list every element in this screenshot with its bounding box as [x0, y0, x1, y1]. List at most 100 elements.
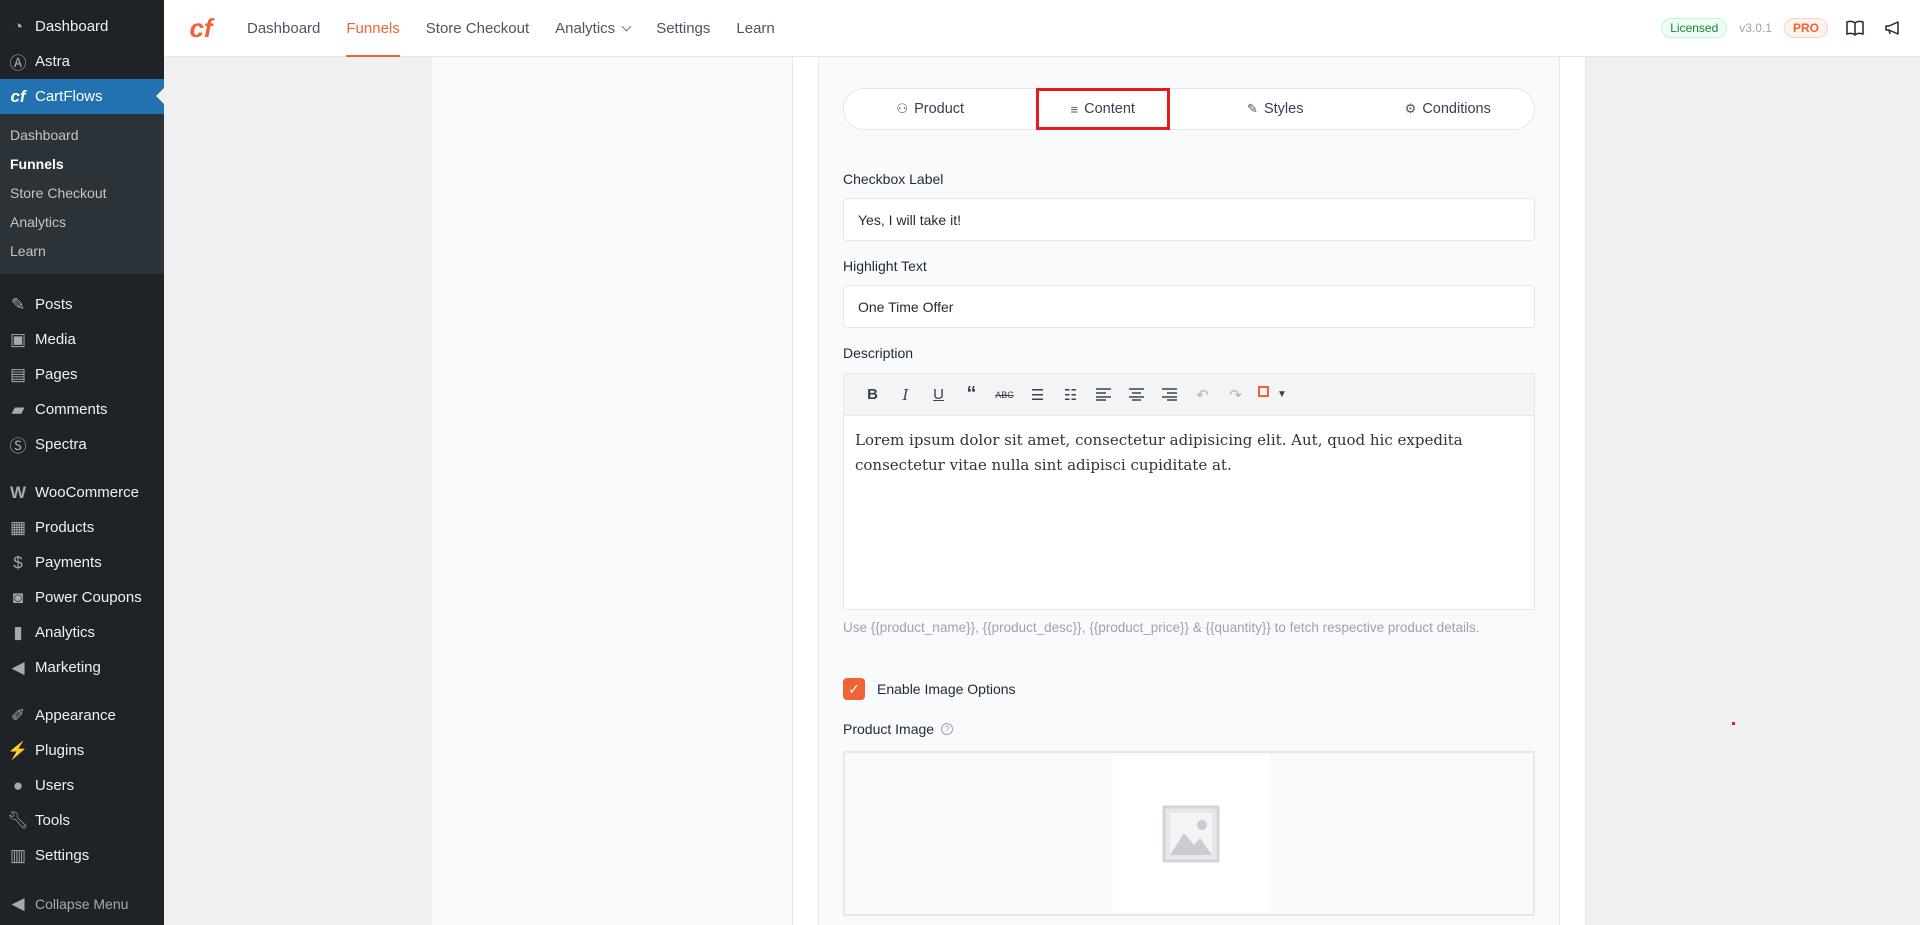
bold-icon[interactable]: B — [856, 380, 889, 410]
astra-icon: Ⓐ — [9, 54, 27, 73]
nav-store-checkout[interactable]: Store Checkout — [413, 0, 542, 57]
collapse-menu-label: Collapse Menu — [35, 895, 129, 912]
highlight-text-title: Highlight Text — [843, 258, 927, 274]
dropdown-caret-icon: ▼ — [1277, 389, 1287, 400]
sidebar-item-spectra[interactable]: Ⓢ Spectra — [0, 427, 164, 462]
chevron-down-icon — [621, 21, 632, 31]
text-color-picker[interactable]: ▼ — [1258, 386, 1287, 400]
products-icon: ▦ — [9, 517, 27, 537]
tab-conditions[interactable]: ⚙ Conditions — [1362, 89, 1535, 129]
sidebar-item-label: Products — [35, 519, 95, 536]
megaphone-icon[interactable] — [1882, 17, 1904, 39]
tab-content[interactable]: ≡ Content — [1017, 88, 1190, 130]
blockquote-icon[interactable]: “ — [955, 380, 988, 410]
sidebar-item-label: Posts — [35, 296, 73, 313]
product-image-box[interactable] — [843, 751, 1535, 916]
sidebar-item-label: Appearance — [35, 707, 116, 724]
sidebar-item-label: Marketing — [35, 659, 101, 676]
admin-sidebar: ◔ Dashboard Ⓐ Astra cf CartFlows Dashboa… — [0, 0, 164, 925]
sidebar-item-cartflows[interactable]: cf CartFlows — [0, 79, 164, 114]
nav-funnels[interactable]: Funnels — [333, 0, 412, 57]
sidebar-item-pages[interactable]: ▤ Pages — [0, 357, 164, 392]
nav-analytics[interactable]: Analytics — [542, 0, 643, 57]
sidebar-item-analytics[interactable]: ▮ Analytics — [0, 615, 164, 650]
description-title: Description — [843, 345, 914, 361]
sidebar-item-power-coupons[interactable]: ◙ Power Coupons — [0, 580, 164, 615]
cartflows-submenu: Dashboard Funnels Store Checkout Analyti… — [0, 114, 164, 274]
book-icon[interactable] — [1844, 17, 1866, 39]
sidebar-item-appearance[interactable]: ✐ Appearance — [0, 698, 164, 733]
red-dot-marker — [1732, 722, 1735, 725]
nav-dashboard[interactable]: Dashboard — [234, 0, 333, 57]
description-editor-body[interactable]: Lorem ipsum dolor sit amet, consectetur … — [844, 416, 1534, 490]
align-left-icon[interactable] — [1087, 380, 1120, 410]
strikethrough-icon[interactable]: ABC — [988, 380, 1021, 410]
product-image-label: Product Image — [843, 721, 935, 737]
tab-label: Product — [914, 101, 965, 117]
cartflows-icon: cf — [10, 86, 26, 106]
bar-chart-icon: ▮ — [13, 622, 23, 642]
checkmark-icon[interactable]: ✓ — [843, 678, 865, 700]
undo-icon[interactable]: ↶ — [1186, 380, 1219, 410]
submenu-funnels[interactable]: Funnels — [0, 150, 164, 179]
version-label: v3.0.1 — [1739, 21, 1772, 35]
checkbox-label-title: Checkbox Label — [843, 171, 944, 187]
align-center-icon[interactable] — [1120, 380, 1153, 410]
highlight-text-input[interactable]: One Time Offer — [843, 285, 1535, 328]
product-icon: ⚇ — [896, 101, 909, 116]
sidebar-item-marketing[interactable]: ◀ Marketing — [0, 650, 164, 685]
sidebar-item-label: Users — [35, 777, 75, 794]
megaphone-icon: ◀ — [11, 657, 25, 677]
sidebar-item-media[interactable]: ▣ Media — [0, 322, 164, 357]
sidebar-item-posts[interactable]: ✎ Posts — [0, 287, 164, 322]
redo-icon[interactable]: ↷ — [1219, 380, 1252, 410]
sidebar-item-woocommerce[interactable]: W WooCommerce — [0, 475, 164, 510]
tab-content-highlight: ≡ Content — [1035, 88, 1170, 130]
sidebar-item-tools[interactable]: 🔧︎ Tools — [0, 803, 164, 838]
tab-product[interactable]: ⚇ Product — [844, 89, 1017, 129]
underline-icon[interactable]: U — [922, 380, 955, 410]
sidebar-item-dashboard[interactable]: ◔ Dashboard — [0, 9, 164, 44]
align-right-icon[interactable] — [1153, 380, 1186, 410]
enable-image-options-label: Enable Image Options — [877, 681, 1016, 697]
dashboard-icon: ◔ — [12, 16, 24, 36]
submenu-learn[interactable]: Learn — [0, 237, 164, 266]
tab-styles[interactable]: ✎ Styles — [1189, 89, 1362, 129]
sidebar-item-payments[interactable]: $ Payments — [0, 545, 164, 580]
sidebar-item-label: WooCommerce — [35, 484, 139, 501]
sidebar-item-label: Astra — [35, 53, 71, 70]
sidebar-item-users[interactable]: ● Users — [0, 768, 164, 803]
sidebar-item-label: Settings — [35, 847, 90, 864]
settings-tabs: ⚇ Product ≡ Content ✎ Styles ⚙ Condition… — [843, 88, 1535, 130]
nav-learn[interactable]: Learn — [723, 0, 787, 57]
submenu-dashboard[interactable]: Dashboard — [0, 121, 164, 150]
sidebar-item-plugins[interactable]: ⚡ Plugins — [0, 733, 164, 768]
numbered-list-icon[interactable]: ☷ — [1054, 380, 1087, 410]
user-icon: ● — [12, 775, 24, 795]
sidebar-item-label: Analytics — [35, 624, 96, 641]
bullet-list-icon[interactable]: ☰ — [1021, 380, 1054, 410]
sidebar-item-comments[interactable]: ▰ Comments — [0, 392, 164, 427]
collapse-menu-button[interactable]: ◀ Collapse Menu — [0, 886, 164, 921]
pin-icon: ✎ — [10, 294, 26, 314]
sidebar-item-settings[interactable]: ▥ Settings — [0, 838, 164, 873]
sidebar-item-astra[interactable]: Ⓐ Astra — [0, 44, 164, 79]
submenu-analytics[interactable]: Analytics — [0, 208, 164, 237]
sidebar-item-label: CartFlows — [35, 88, 103, 105]
sidebar-item-label: Comments — [35, 401, 108, 418]
brush-icon: ✐ — [10, 705, 26, 725]
nav-settings[interactable]: Settings — [643, 0, 723, 57]
sidebar-item-label: Payments — [35, 554, 102, 571]
help-icon[interactable]: ? — [941, 723, 954, 735]
image-placeholder-icon — [1162, 805, 1220, 862]
plug-icon: ⚡ — [7, 740, 29, 760]
italic-icon[interactable]: I — [889, 380, 922, 410]
checkbox-label-input[interactable]: Yes, I will take it! — [843, 198, 1535, 241]
submenu-store-checkout[interactable]: Store Checkout — [0, 179, 164, 208]
tab-label: Content — [1084, 101, 1135, 117]
sidebar-item-label: Plugins — [35, 742, 85, 759]
sidebar-item-products[interactable]: ▦ Products — [0, 510, 164, 545]
cartflows-topbar: cf Dashboard Funnels Store Checkout Anal… — [164, 0, 1920, 57]
cartflows-logo[interactable]: cf — [182, 9, 220, 47]
enable-image-options-row[interactable]: ✓ Enable Image Options — [843, 678, 1016, 700]
